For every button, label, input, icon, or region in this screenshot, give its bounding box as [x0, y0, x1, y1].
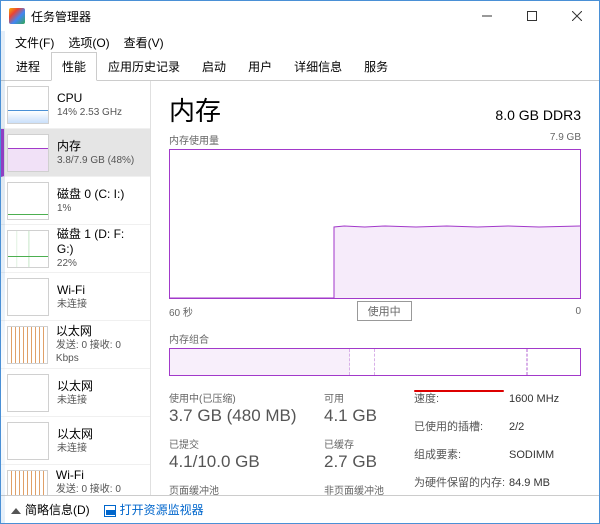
prop-key: 组成要素: [414, 446, 509, 464]
prop-value: 84.9 MB [509, 474, 550, 492]
wifi-thumb-icon [7, 470, 48, 496]
sidebar-item-label: 以太网 [57, 379, 93, 394]
stat-label: 使用中(已压缩) [169, 390, 324, 405]
sidebar-item-disk1[interactable]: 磁盘 1 (D: F: G:)22% [1, 225, 150, 273]
sidebar-item-label: Wi-Fi [56, 468, 144, 483]
prop-value: 2/2 [509, 418, 524, 436]
content-pane: 内存 8.0 GB DDR3 内存使用量 7.9 GB 60 秒 使用中 0 内… [151, 81, 599, 495]
minimize-button[interactable] [464, 1, 509, 31]
composition-label: 内存组合 [169, 331, 581, 346]
memory-spec: 8.0 GB DDR3 [495, 107, 581, 123]
stat-value: 2.7 GB [324, 452, 414, 472]
sidebar-item-sub: 发送: 0 接收: 0 Kbps [56, 483, 144, 495]
menu-file[interactable]: 文件(F) [9, 32, 60, 53]
tab-bar: 进程 性能 应用历史记录 启动 用户 详细信息 服务 [1, 53, 599, 81]
menu-options[interactable]: 选项(O) [62, 32, 115, 53]
stat-label: 页面缓冲池 [169, 482, 324, 495]
footer: 简略信息(D) 打开资源监视器 [1, 495, 599, 523]
sidebar-item-label: 磁盘 0 (C: I:) [57, 187, 124, 202]
sidebar-item-sub: 发送: 0 接收: 0 Kbps [56, 339, 144, 365]
sidebar-item-sub: 1% [57, 202, 124, 215]
chart-label: 内存使用量 [169, 132, 219, 147]
sidebar-item-label: 磁盘 1 (D: F: G:) [57, 227, 144, 257]
sidebar-item-cpu[interactable]: CPU14% 2.53 GHz [1, 81, 150, 129]
sidebar-item-label: Wi-Fi [57, 283, 87, 298]
prop-key: 为硬件保留的内存: [414, 474, 509, 492]
open-resource-monitor-link[interactable]: 打开资源监视器 [104, 501, 204, 518]
tab-startup[interactable]: 启动 [191, 52, 237, 81]
title-bar: 任务管理器 [1, 1, 599, 31]
stat-label: 非页面缓冲池 [324, 482, 414, 495]
highlight-annotation [414, 390, 504, 392]
x-axis-right: 0 [575, 306, 581, 317]
window-title: 任务管理器 [31, 8, 464, 25]
tab-app-history[interactable]: 应用历史记录 [97, 52, 191, 81]
ethernet-thumb-icon [7, 326, 48, 364]
sidebar-item-wifi[interactable]: Wi-Fi未连接 [1, 273, 150, 321]
stat-label: 可用 [324, 390, 414, 405]
menu-view[interactable]: 查看(V) [118, 32, 170, 53]
sidebar-item-ethernet[interactable]: 以太网发送: 0 接收: 0 Kbps [1, 321, 150, 369]
tab-performance[interactable]: 性能 [51, 52, 97, 81]
tab-users[interactable]: 用户 [237, 52, 283, 81]
stat-label: 已提交 [169, 436, 324, 451]
sidebar-item-label: CPU [57, 91, 122, 106]
page-title: 内存 [169, 91, 221, 128]
stat-value: 3.7 GB (480 MB) [169, 406, 324, 426]
app-icon [9, 8, 25, 24]
memory-composition-bar [169, 348, 581, 376]
caret-up-icon [11, 508, 21, 514]
menu-bar: 文件(F) 选项(O) 查看(V) [1, 31, 599, 53]
sidebar-item-sub: 未连接 [57, 298, 87, 311]
tab-processes[interactable]: 进程 [5, 52, 51, 81]
sidebar: CPU14% 2.53 GHz 内存3.8/7.9 GB (48%) 磁盘 0 … [1, 81, 151, 495]
sidebar-item-wifi[interactable]: Wi-Fi发送: 0 接收: 0 Kbps [1, 465, 150, 495]
cpu-thumb-icon [7, 86, 49, 124]
memory-usage-chart [169, 149, 581, 299]
sidebar-item-ethernet[interactable]: 以太网未连接 [1, 369, 150, 417]
prop-key: 速度: [414, 390, 509, 408]
wifi-thumb-icon [7, 278, 49, 316]
stat-value: 4.1/10.0 GB [169, 452, 324, 472]
sidebar-item-sub: 未连接 [57, 442, 93, 455]
chart-max: 7.9 GB [550, 132, 581, 147]
sidebar-item-memory[interactable]: 内存3.8/7.9 GB (48%) [1, 129, 150, 177]
memory-thumb-icon [7, 134, 49, 172]
sidebar-item-sub: 3.8/7.9 GB (48%) [57, 154, 134, 167]
x-axis-left: 60 秒 [169, 304, 193, 319]
sidebar-item-label: 内存 [57, 139, 134, 154]
stat-label: 已缓存 [324, 436, 414, 451]
disk-thumb-icon [7, 230, 49, 268]
tab-details[interactable]: 详细信息 [283, 52, 353, 81]
sidebar-item-sub: 14% 2.53 GHz [57, 106, 122, 119]
fewer-details-button[interactable]: 简略信息(D) [11, 501, 90, 518]
prop-value: SODIMM [509, 446, 554, 464]
chart-mode-label[interactable]: 使用中 [357, 301, 412, 321]
sidebar-item-disk0[interactable]: 磁盘 0 (C: I:)1% [1, 177, 150, 225]
sidebar-item-label: 以太网 [56, 324, 144, 339]
ethernet-thumb-icon [7, 374, 49, 412]
close-button[interactable] [554, 1, 599, 31]
sidebar-item-label: 以太网 [57, 427, 93, 442]
disk-thumb-icon [7, 182, 49, 220]
prop-key: 已使用的插槽: [414, 418, 509, 436]
maximize-button[interactable] [509, 1, 554, 31]
stat-value: 4.1 GB [324, 406, 414, 426]
sidebar-item-sub: 未连接 [57, 394, 93, 407]
resource-monitor-icon [104, 505, 116, 517]
sidebar-item-sub: 22% [57, 257, 144, 270]
prop-value: 1600 MHz [509, 390, 559, 408]
tab-services[interactable]: 服务 [353, 52, 399, 81]
sidebar-item-ethernet[interactable]: 以太网未连接 [1, 417, 150, 465]
ethernet-thumb-icon [7, 422, 49, 460]
